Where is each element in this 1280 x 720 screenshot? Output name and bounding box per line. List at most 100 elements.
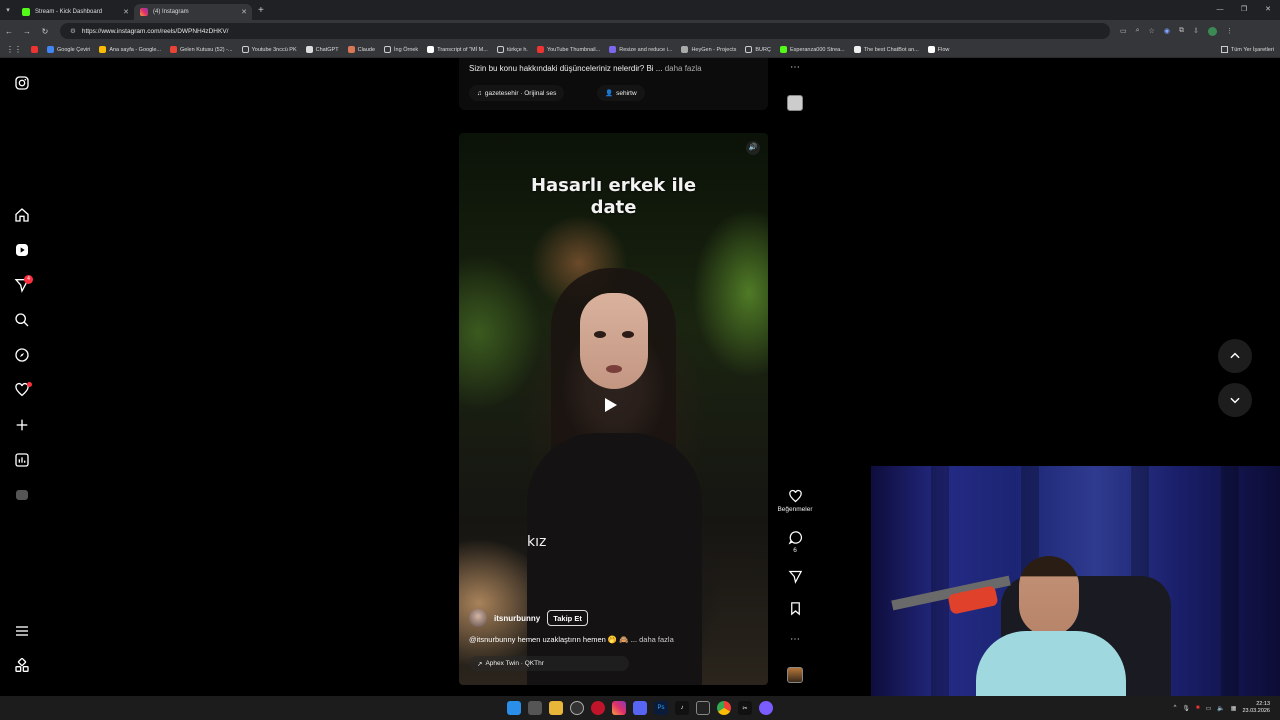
comment-count: 6 xyxy=(793,547,797,554)
explore-icon[interactable] xyxy=(12,345,32,365)
more-link[interactable]: daha fazla xyxy=(665,64,702,73)
next-reel-button[interactable] xyxy=(1218,383,1252,417)
more-options-button[interactable]: ⋯ xyxy=(780,62,810,73)
bookmark-folder[interactable]: BURÇ xyxy=(745,46,771,53)
url-text: https://www.instagram.com/reels/DWPNH4zD… xyxy=(81,27,229,35)
bookmark-folder[interactable]: Youtube 3nccü PK xyxy=(241,46,297,53)
reel-scene xyxy=(527,433,702,685)
tab-search-button[interactable]: ▾ xyxy=(0,0,16,20)
new-tab-button[interactable]: + xyxy=(258,5,264,16)
author-username[interactable]: itsnurbunny xyxy=(494,614,540,623)
bookmark-item[interactable]: Ana sayfa - Google... xyxy=(99,46,161,53)
browser-menu-icon[interactable]: ⋮ xyxy=(1226,27,1233,36)
tray-app-icon[interactable]: ■ xyxy=(1196,705,1200,711)
bookmark-folder[interactable]: türkçe h. xyxy=(496,46,528,53)
profile-avatar[interactable] xyxy=(12,485,32,505)
discord-icon[interactable] xyxy=(633,701,647,715)
bookmark-item[interactable]: Flow xyxy=(927,46,949,53)
address-input[interactable]: ⚙ https://www.instagram.com/reels/DWPNH4… xyxy=(60,23,1110,39)
extension-icon[interactable]: ◉ xyxy=(1164,27,1170,36)
menu-icon[interactable] xyxy=(12,621,32,641)
home-icon[interactable] xyxy=(12,205,32,225)
system-tray: ^ 🎙 ■ ▭ 🔈 ▦ 22:13 23.03.2026 xyxy=(1174,696,1270,720)
instagram-logo-icon[interactable] xyxy=(12,73,32,93)
file-explorer-icon[interactable] xyxy=(549,701,563,715)
app-icon[interactable] xyxy=(696,701,710,715)
restore-icon[interactable]: ❐ xyxy=(1232,0,1256,20)
tiktok-icon[interactable]: ♪ xyxy=(675,701,689,715)
follow-button[interactable]: Takip Et xyxy=(547,610,588,626)
back-icon[interactable]: ← xyxy=(0,27,18,36)
language-icon[interactable]: ▦ xyxy=(1231,705,1237,712)
all-bookmarks-button[interactable]: Tüm Yer İşaretleri xyxy=(1220,46,1274,53)
arrow-icon: ↗ xyxy=(477,660,483,668)
site-info-icon[interactable]: ⚙ xyxy=(70,27,76,35)
bookmark-star-icon[interactable]: ☆ xyxy=(1149,27,1155,36)
like-button[interactable]: Beğenmeler xyxy=(777,489,813,513)
bookmark-item[interactable]: The best ChatBot an... xyxy=(853,46,919,53)
share-button[interactable] xyxy=(780,569,810,584)
apps-grid-icon[interactable]: ⋮⋮ xyxy=(6,45,22,54)
tagged-user-chip[interactable]: 👤 sehirtw xyxy=(597,85,645,101)
task-view-icon[interactable] xyxy=(528,701,542,715)
comment-button[interactable]: 6 xyxy=(780,530,810,554)
previous-audio-thumbnail[interactable] xyxy=(787,95,803,111)
audio-thumbnail[interactable] xyxy=(787,667,803,683)
tab-instagram[interactable]: (4) Instagram ✕ xyxy=(134,4,252,20)
zoom-icon[interactable]: ⌕ xyxy=(1136,27,1140,36)
audio-chip[interactable]: ♫ gazetesehir · Orijinal ses xyxy=(469,85,565,101)
bookmark-item[interactable]: Transcript of "Mİ M... xyxy=(427,46,488,53)
forward-icon[interactable]: → xyxy=(18,27,36,36)
bookmark-item[interactable]: Resize and reduce i... xyxy=(609,46,672,53)
reel-actions: ⋯ Beğenmeler 6 ⋯ xyxy=(777,58,813,696)
network-icon[interactable]: ▭ xyxy=(1206,705,1212,712)
tray-chevron-icon[interactable]: ^ xyxy=(1174,705,1177,711)
downloads-icon[interactable]: ⇩ xyxy=(1193,27,1199,36)
reel-video[interactable]: Hasarlı erkek ile date kız 🔊 itsnurbunny… xyxy=(459,133,768,685)
windows-start-icon[interactable] xyxy=(507,701,521,715)
bookmark-item[interactable]: YouTube Thumbnail... xyxy=(536,46,600,53)
app-icon[interactable] xyxy=(759,701,773,715)
more-link[interactable]: daha fazla xyxy=(639,635,674,644)
bookmark-item[interactable]: ChatGPT xyxy=(305,46,339,53)
dashboard-icon[interactable] xyxy=(12,450,32,470)
play-icon[interactable] xyxy=(605,398,617,412)
audio-chip[interactable]: ↗ Aphex Twin · QKThr xyxy=(469,656,629,671)
author-avatar[interactable] xyxy=(469,609,487,627)
sound-icon[interactable]: 🔊 xyxy=(746,141,760,155)
install-app-icon[interactable]: ▭ xyxy=(1120,27,1127,36)
previous-reel-button[interactable] xyxy=(1218,339,1252,373)
profile-avatar[interactable] xyxy=(1207,26,1217,36)
bookmark-item[interactable]: Gelen Kutusu (52) -... xyxy=(170,46,233,53)
chrome-icon[interactable] xyxy=(717,701,731,715)
photoshop-icon[interactable]: Ps xyxy=(654,701,668,715)
taskbar-clock[interactable]: 22:13 23.03.2026 xyxy=(1242,701,1270,715)
app-icon[interactable] xyxy=(570,701,584,715)
minimize-icon[interactable]: — xyxy=(1208,0,1232,20)
microphone-icon[interactable]: 🎙 xyxy=(1182,705,1190,712)
opera-icon[interactable] xyxy=(591,701,605,715)
reload-icon[interactable]: ↻ xyxy=(36,27,54,36)
bookmark-folder[interactable]: İng Örnek xyxy=(384,46,418,53)
instagram-app-icon[interactable] xyxy=(612,701,626,715)
tab-kick-dashboard[interactable]: Stream - Kick Dashboard ✕ xyxy=(16,4,134,20)
volume-icon[interactable]: 🔈 xyxy=(1217,705,1224,712)
also-from-meta-icon[interactable] xyxy=(12,656,32,676)
bookmark-item[interactable]: Claude xyxy=(347,46,375,53)
close-tab-icon[interactable]: ✕ xyxy=(241,8,247,16)
bookmark-item[interactable]: Esperanza000 Strea... xyxy=(779,46,845,53)
search-icon[interactable] xyxy=(12,310,32,330)
reel-caption: @itsnurbunny hemen uzaklaştırın hemen 🤭 … xyxy=(469,635,674,644)
reels-icon[interactable] xyxy=(12,240,32,260)
close-window-icon[interactable]: ✕ xyxy=(1256,0,1280,20)
bookmark-item[interactable]: HeyGen - Projects xyxy=(681,46,736,53)
capcut-icon[interactable]: ✂ xyxy=(738,701,752,715)
create-icon[interactable] xyxy=(12,415,32,435)
close-tab-icon[interactable]: ✕ xyxy=(123,8,129,16)
youtube-bookmark-icon[interactable] xyxy=(31,46,38,53)
more-options-button[interactable]: ⋯ xyxy=(780,634,810,645)
save-button[interactable] xyxy=(780,601,810,616)
reel-scene xyxy=(580,293,648,389)
bookmark-item[interactable]: Google Çeviri xyxy=(47,46,90,53)
extensions-puzzle-icon[interactable]: ⧉ xyxy=(1179,27,1184,36)
